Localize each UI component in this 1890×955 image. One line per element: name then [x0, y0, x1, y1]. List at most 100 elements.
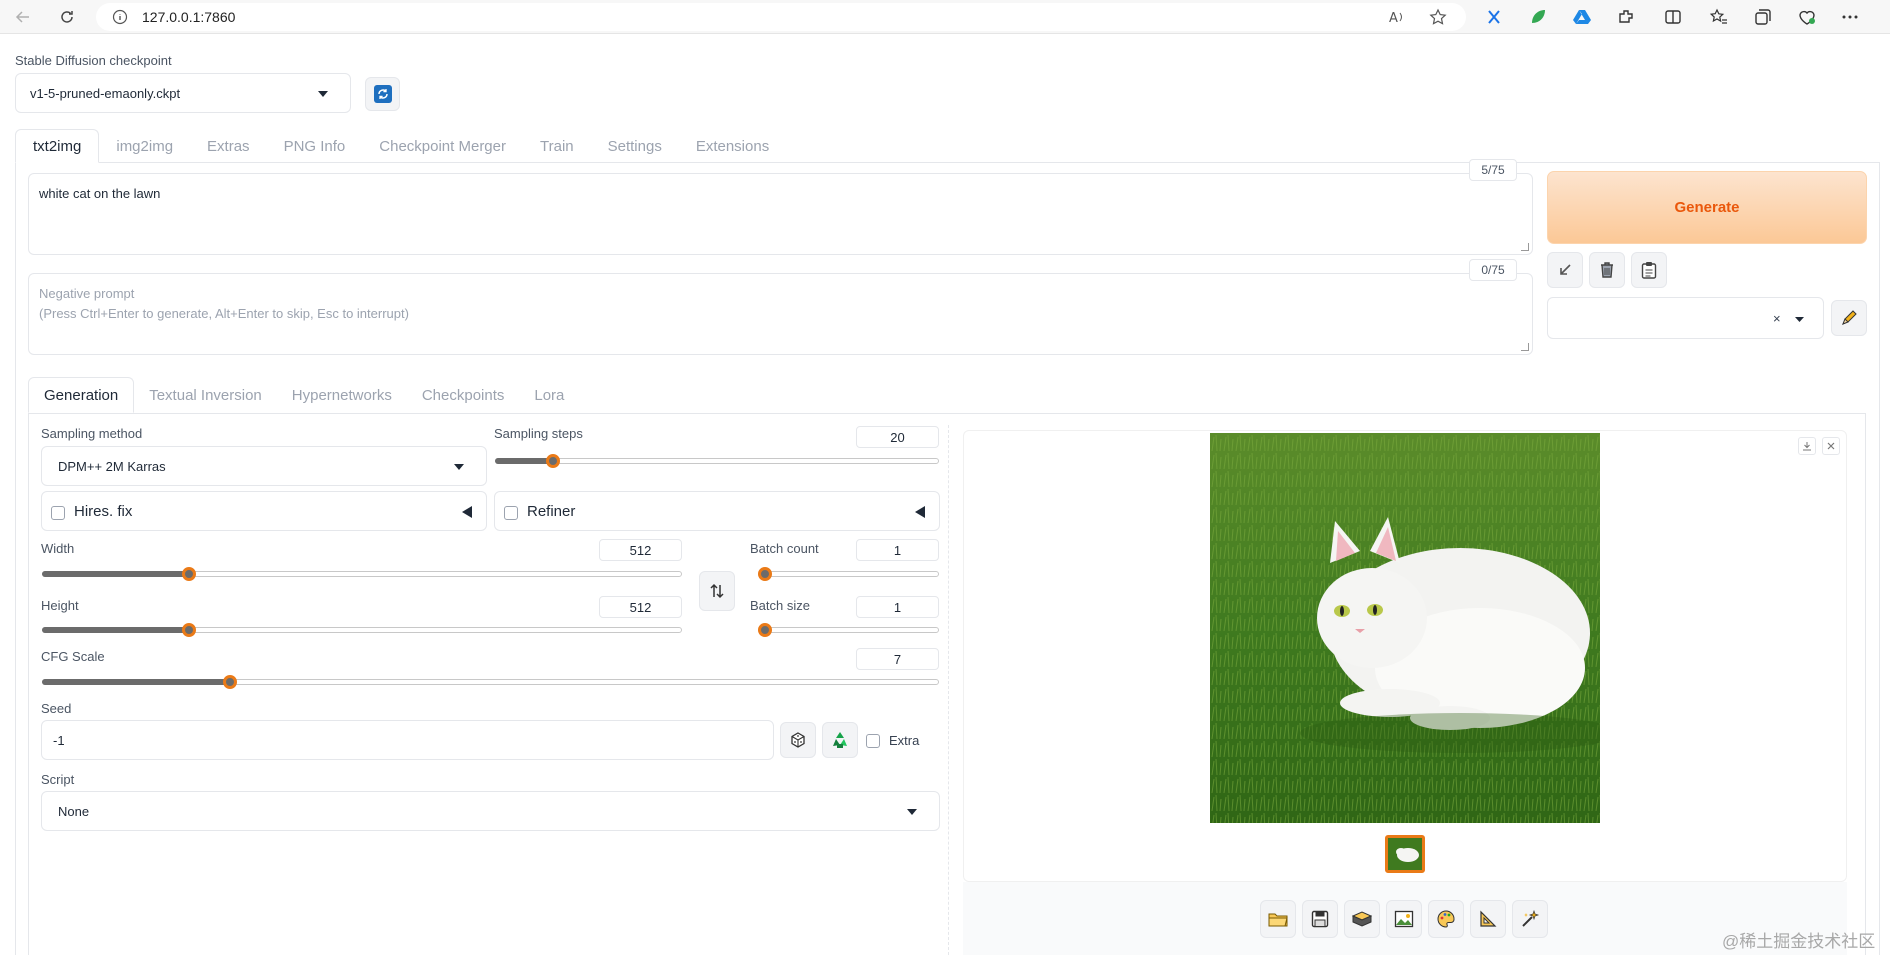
address-bar[interactable]: 127.0.0.1:7860 A [96, 3, 1466, 31]
styles-select[interactable]: × [1547, 297, 1824, 339]
close-icon [1827, 442, 1835, 450]
clear-prompt-button[interactable] [1589, 252, 1625, 288]
prompt-textarea[interactable]: white cat on the lawn [28, 173, 1533, 255]
resize-handle[interactable] [1521, 343, 1529, 351]
prompt-token-counter: 5/75 [1469, 159, 1517, 181]
recycle-icon [833, 732, 847, 748]
send-to-extras-button[interactable] [1470, 900, 1506, 938]
tab-generation[interactable]: Generation [28, 377, 135, 413]
refresh-checkpoint-button[interactable] [365, 77, 400, 111]
seed-input[interactable]: -1 [41, 720, 774, 760]
generate-button[interactable]: Generate [1547, 171, 1867, 244]
slider-thumb[interactable] [758, 623, 772, 637]
batch-count-label: Batch count [750, 541, 819, 556]
close-image-button[interactable] [1822, 437, 1840, 455]
collapse-triangle-icon[interactable] [915, 506, 925, 518]
tab-checkpoint-merger[interactable]: Checkpoint Merger [362, 129, 523, 163]
cfg-scale-slider[interactable] [42, 675, 939, 689]
seed-label: Seed [41, 701, 72, 716]
refiner-checkbox[interactable] [504, 506, 518, 520]
tab-hypernetworks[interactable]: Hypernetworks [277, 377, 407, 413]
reuse-seed-button[interactable] [822, 722, 858, 758]
apply-styles-button[interactable] [1631, 252, 1667, 288]
read-aloud-icon[interactable]: A [1388, 8, 1406, 26]
zip-button[interactable] [1344, 900, 1380, 938]
send-to-inpaint-button[interactable] [1428, 900, 1464, 938]
open-folder-button[interactable] [1260, 900, 1296, 938]
chevron-down-icon [454, 464, 464, 470]
tab-checkpoints[interactable]: Checkpoints [407, 377, 520, 413]
tab-train[interactable]: Train [523, 129, 591, 163]
slider-thumb[interactable] [545, 454, 560, 468]
slider-thumb[interactable] [758, 567, 772, 581]
sampling-method-select[interactable]: DPM++ 2M Karras [41, 446, 487, 486]
send-to-img2img-button[interactable] [1386, 900, 1422, 938]
negative-prompt-textarea[interactable]: Negative prompt (Press Ctrl+Enter to gen… [28, 273, 1533, 355]
interrogate-button[interactable] [1512, 900, 1548, 938]
info-icon [112, 9, 128, 25]
width-slider[interactable] [42, 567, 682, 581]
script-value: None [58, 803, 90, 819]
height-slider[interactable] [42, 623, 682, 637]
hires-fix-checkbox[interactable] [51, 506, 65, 520]
tab-lora[interactable]: Lora [519, 377, 579, 413]
cfg-scale-input[interactable]: 7 [856, 648, 939, 670]
extra-seed-checkbox[interactable] [866, 734, 880, 748]
tab-txt2img[interactable]: txt2img [15, 129, 100, 163]
slider-thumb[interactable] [182, 567, 197, 581]
batch-count-slider[interactable] [758, 567, 939, 581]
sampling-steps-slider[interactable] [495, 454, 939, 468]
tab-extensions[interactable]: Extensions [679, 129, 786, 163]
tab-extras[interactable]: Extras [190, 129, 267, 163]
clear-styles-icon[interactable]: × [1773, 311, 1781, 326]
more-menu-icon[interactable] [1840, 7, 1860, 27]
seed-value: -1 [53, 732, 65, 748]
slider-thumb[interactable] [223, 675, 238, 689]
split-screen-icon[interactable] [1663, 7, 1683, 27]
width-label: Width [41, 541, 75, 556]
sparkle-icon [1522, 909, 1540, 927]
tab-png-info[interactable]: PNG Info [267, 129, 363, 163]
slider-thumb[interactable] [182, 623, 197, 637]
collapse-triangle-icon[interactable] [462, 506, 472, 518]
script-label: Script [41, 772, 75, 787]
random-seed-button[interactable] [780, 722, 816, 758]
save-icon [1311, 910, 1329, 928]
sub-tabs: Generation Textual Inversion Hypernetwor… [28, 377, 579, 413]
gallery-thumbnail[interactable] [1385, 835, 1425, 873]
extension-scissors-icon[interactable] [1484, 7, 1504, 27]
width-input[interactable]: 512 [599, 539, 682, 561]
batch-count-input[interactable]: 1 [856, 539, 939, 561]
checkpoint-select[interactable]: v1-5-pruned-emaonly.ckpt [15, 73, 351, 113]
tab-textual-inversion[interactable]: Textual Inversion [134, 377, 277, 413]
sampling-steps-input[interactable]: 20 [856, 426, 939, 448]
edit-styles-button[interactable] [1831, 300, 1867, 336]
reload-icon[interactable] [56, 6, 78, 28]
collections-icon[interactable] [1753, 7, 1773, 27]
extensions-puzzle-icon[interactable] [1616, 7, 1636, 27]
resize-handle[interactable] [1521, 243, 1529, 251]
tab-img2img[interactable]: img2img [99, 129, 190, 163]
extension-drive-icon[interactable] [1572, 7, 1592, 27]
favorites-icon[interactable] [1709, 7, 1729, 27]
height-input[interactable]: 512 [599, 596, 682, 618]
batch-size-label: Batch size [750, 598, 810, 613]
extension-leaf-icon[interactable] [1528, 7, 1548, 27]
favorite-star-icon[interactable] [1429, 8, 1447, 26]
performance-icon[interactable] [1797, 7, 1817, 27]
swap-dimensions-button[interactable] [699, 571, 735, 611]
tab-settings[interactable]: Settings [591, 129, 679, 163]
url-text: 127.0.0.1:7860 [142, 9, 236, 25]
generated-image[interactable] [1210, 433, 1600, 823]
pencil-icon [1842, 310, 1857, 325]
hires-fix-accordion[interactable]: Hires. fix [41, 491, 487, 531]
script-select[interactable]: None [41, 791, 940, 831]
download-button[interactable] [1798, 437, 1816, 455]
svg-text:A: A [1389, 11, 1398, 26]
back-icon[interactable] [12, 6, 34, 28]
batch-size-input[interactable]: 1 [856, 596, 939, 618]
read-generation-params-button[interactable] [1547, 252, 1583, 288]
refiner-accordion[interactable]: Refiner [494, 491, 940, 531]
batch-size-slider[interactable] [758, 623, 939, 637]
save-button[interactable] [1302, 900, 1338, 938]
